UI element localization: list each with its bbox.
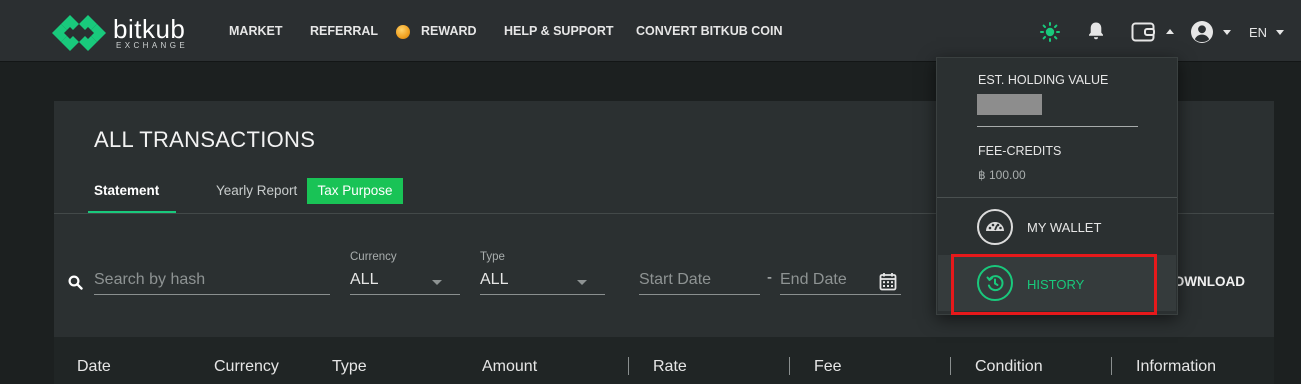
currency-chevron-down-icon [432,280,442,285]
search-input[interactable]: Search by hash [94,271,330,295]
wallet-icon[interactable] [1131,21,1157,43]
search-placeholder: Search by hash [94,271,206,288]
language-selector[interactable]: EN [1249,25,1267,40]
column-divider [628,357,629,375]
nav-market[interactable]: MARKET [229,24,282,38]
nav-convert-bitkub-coin[interactable]: CONVERT BITKUB COIN [636,24,783,38]
search-icon [68,275,83,290]
fee-credits-label: FEE-CREDITS [978,144,1062,158]
nav-help-support[interactable]: HELP & SUPPORT [504,24,614,38]
start-date-placeholder: Start Date [639,271,712,288]
est-holding-value-label: EST. HOLDING VALUE [978,73,1109,87]
dashboard-gauge-icon [986,222,1004,231]
logo-mark-icon [52,15,106,51]
dropdown-divider [937,197,1177,198]
date-separator: - [767,269,772,286]
currency-label: Currency [350,251,397,263]
column-information[interactable]: Information [1136,358,1216,376]
table-header: Date Currency Type Amount Rate Fee Condi… [54,337,1274,384]
column-amount[interactable]: Amount [482,358,537,376]
tab-tax-purpose[interactable]: Tax Purpose [307,178,403,204]
currency-value: ALL [350,271,379,288]
sun-icon[interactable] [1040,22,1060,42]
type-chevron-down-icon [577,280,587,285]
column-type[interactable]: Type [332,358,367,376]
nav-referral[interactable]: REFERRAL [310,24,378,38]
column-fee[interactable]: Fee [814,358,842,376]
top-navbar: bitkub EXCHANGE MARKET REFERRAL REWARD H… [0,0,1301,62]
type-value: ALL [480,271,509,288]
bitkub-logo[interactable]: bitkub EXCHANGE [50,13,210,53]
fee-credits-value: ฿ 100.00 [978,168,1026,182]
column-divider [789,357,790,375]
wallet-caret-up-icon[interactable] [1166,29,1174,34]
history-highlight-box [951,254,1157,315]
tab-statement[interactable]: Statement [94,183,159,198]
page-title: ALL TRANSACTIONS [94,127,316,152]
column-condition[interactable]: Condition [975,358,1043,376]
bell-icon[interactable] [1087,21,1105,41]
logo-subtext: EXCHANGE [116,41,189,50]
tab-yearly-report[interactable]: Yearly Report [216,183,297,198]
my-wallet-menu-item[interactable]: MY WALLET [1027,220,1101,235]
coin-icon [396,25,410,39]
column-date[interactable]: Date [77,358,111,376]
user-caret-down-icon[interactable] [1223,30,1231,35]
end-date-placeholder: End Date [780,271,847,288]
calendar-icon[interactable] [879,272,897,291]
type-label: Type [480,251,505,263]
column-divider [950,357,951,375]
type-select[interactable]: ALL [480,271,605,295]
holding-divider [977,126,1138,127]
column-divider [1111,357,1112,375]
currency-select[interactable]: ALL [350,271,460,295]
holding-value-hidden [977,94,1042,115]
nav-reward[interactable]: REWARD [421,24,477,38]
language-caret-down-icon[interactable] [1276,30,1284,35]
my-wallet-icon-circle[interactable] [977,209,1013,245]
column-rate[interactable]: Rate [653,358,687,376]
user-icon[interactable] [1190,20,1214,44]
start-date-input[interactable]: Start Date [639,271,760,295]
column-currency[interactable]: Currency [214,358,279,376]
